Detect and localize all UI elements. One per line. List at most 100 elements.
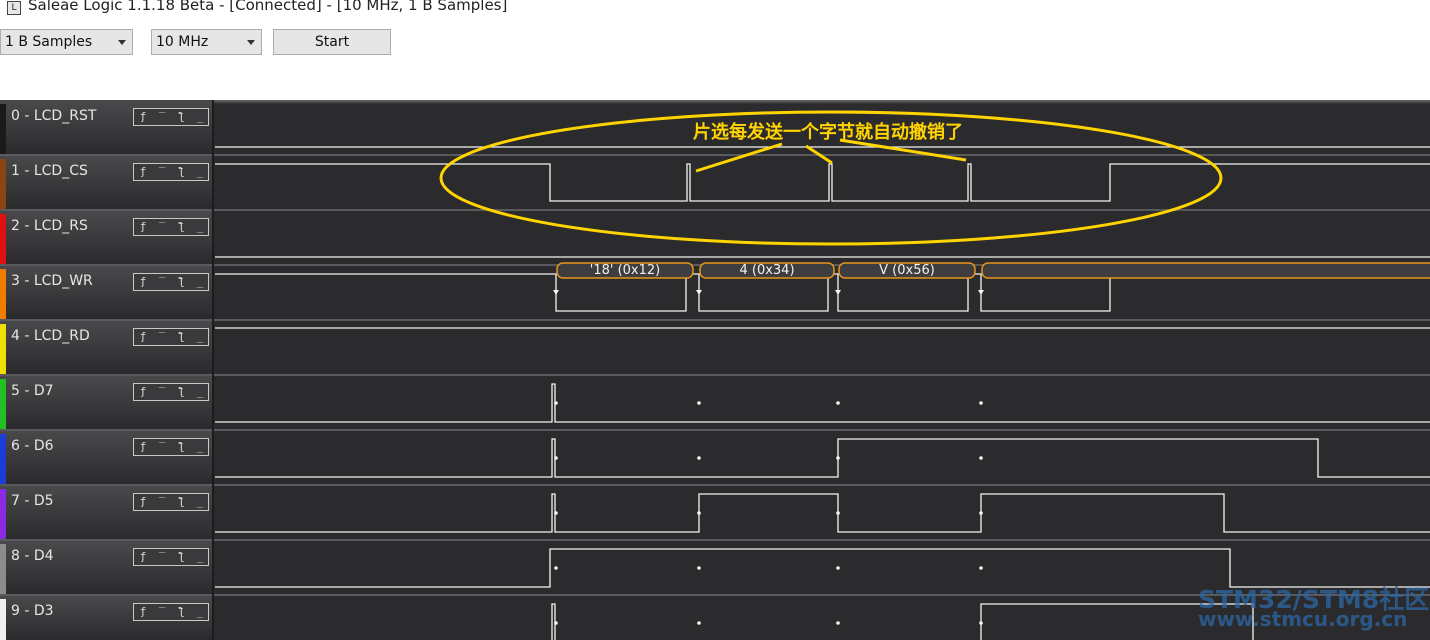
waveforms xyxy=(215,146,1430,640)
window-title: Saleae Logic 1.1.18 Beta - [Connected] -… xyxy=(28,0,508,14)
decode-label-1: '18' (0x12) xyxy=(589,263,661,278)
wave-d5 xyxy=(215,493,1430,533)
rising-edge-trigger-icon[interactable]: ƒ xyxy=(134,329,152,345)
high-level-trigger-icon[interactable]: ‾ xyxy=(153,549,171,565)
high-level-trigger-icon[interactable]: ‾ xyxy=(153,109,171,125)
rising-edge-trigger-icon[interactable]: ƒ xyxy=(134,604,152,620)
channel-color-bar-0 xyxy=(0,104,6,154)
rising-edge-trigger-icon[interactable]: ƒ xyxy=(134,494,152,510)
app-icon: L xyxy=(7,1,21,15)
sample-rate-select[interactable]: 10 MHz xyxy=(151,29,262,55)
channel-name-0: 0 - LCD_RST xyxy=(11,108,97,124)
channel-name-7: 7 - D5 xyxy=(11,493,54,509)
sample-markers xyxy=(553,290,984,625)
decode-frame-4 xyxy=(981,262,1430,279)
low-level-trigger-icon[interactable]: _ xyxy=(191,439,209,455)
sample-count-value: 1 B Samples xyxy=(5,34,93,50)
falling-edge-trigger-icon[interactable]: ƪ xyxy=(172,494,190,510)
high-level-trigger-icon[interactable]: ‾ xyxy=(153,494,171,510)
channel-name-2: 2 - LCD_RS xyxy=(11,218,88,234)
start-button[interactable]: Start xyxy=(273,29,391,55)
high-level-trigger-icon[interactable]: ‾ xyxy=(153,329,171,345)
high-level-trigger-icon[interactable]: ‾ xyxy=(153,439,171,455)
rising-edge-trigger-icon[interactable]: ƒ xyxy=(134,549,152,565)
channel-color-bar-7 xyxy=(0,489,6,539)
high-level-trigger-icon[interactable]: ‾ xyxy=(153,219,171,235)
channel-color-bar-8 xyxy=(0,544,6,594)
high-level-trigger-icon[interactable]: ‾ xyxy=(153,604,171,620)
trigger-buttons-1: ƒ ‾ ƪ _ xyxy=(133,163,209,181)
trigger-buttons-5: ƒ ‾ ƪ _ xyxy=(133,383,209,401)
channel-color-bar-5 xyxy=(0,379,6,429)
marker-wr-2 xyxy=(696,290,702,295)
trigger-buttons-6: ƒ ‾ ƪ _ xyxy=(133,438,209,456)
channel-color-bar-9 xyxy=(0,599,6,640)
marker-wr-1 xyxy=(553,290,559,295)
channel-color-bar-2 xyxy=(0,214,6,264)
trigger-buttons-4: ƒ ‾ ƪ _ xyxy=(133,328,209,346)
annotation-pointer-1 xyxy=(695,142,783,173)
waveform-area: 0 - LCD_RST 1 - LCD_CS 2 - LCD_RS 3 - LC… xyxy=(0,100,1430,640)
decode-label-2: 4 (0x34) xyxy=(739,263,795,278)
low-level-trigger-icon[interactable]: _ xyxy=(191,164,209,180)
wave-d6 xyxy=(215,438,1430,478)
low-level-trigger-icon[interactable]: _ xyxy=(191,384,209,400)
row-backgrounds xyxy=(0,100,1430,640)
low-level-trigger-icon[interactable]: _ xyxy=(191,274,209,290)
title-bar: L Saleae Logic 1.1.18 Beta - [Connected]… xyxy=(0,0,1430,18)
channel-name-5: 5 - D7 xyxy=(11,383,54,399)
rising-edge-trigger-icon[interactable]: ƒ xyxy=(134,164,152,180)
falling-edge-trigger-icon[interactable]: ƪ xyxy=(172,109,190,125)
high-level-trigger-icon[interactable]: ‾ xyxy=(153,384,171,400)
low-level-trigger-icon[interactable]: _ xyxy=(191,219,209,235)
chevron-down-icon xyxy=(247,40,255,45)
falling-edge-trigger-icon[interactable]: ƪ xyxy=(172,549,190,565)
low-level-trigger-icon[interactable]: _ xyxy=(191,604,209,620)
rising-edge-trigger-icon[interactable]: ƒ xyxy=(134,274,152,290)
trigger-buttons-0: ƒ ‾ ƪ _ xyxy=(133,108,209,126)
channel-name-4: 4 - LCD_RD xyxy=(11,328,90,344)
channel-name-6: 6 - D6 xyxy=(11,438,54,454)
rising-edge-trigger-icon[interactable]: ƒ xyxy=(134,219,152,235)
trigger-buttons-9: ƒ ‾ ƪ _ xyxy=(133,603,209,621)
waveform-canvas xyxy=(0,100,1430,640)
sample-rate-value: 10 MHz xyxy=(156,34,209,50)
rising-edge-trigger-icon[interactable]: ƒ xyxy=(134,384,152,400)
channel-color-bar-3 xyxy=(0,269,6,319)
channel-color-bar-1 xyxy=(0,159,6,209)
channel-name-8: 8 - D4 xyxy=(11,548,54,564)
rising-edge-trigger-icon[interactable]: ƒ xyxy=(134,109,152,125)
chevron-down-icon xyxy=(118,40,126,45)
low-level-trigger-icon[interactable]: _ xyxy=(191,494,209,510)
wave-lcd-wr xyxy=(215,273,1430,312)
falling-edge-trigger-icon[interactable]: ƪ xyxy=(172,384,190,400)
channel-name-3: 3 - LCD_WR xyxy=(11,273,93,289)
trigger-buttons-3: ƒ ‾ ƪ _ xyxy=(133,273,209,291)
channel-color-bars xyxy=(0,104,6,640)
trigger-buttons-2: ƒ ‾ ƪ _ xyxy=(133,218,209,236)
falling-edge-trigger-icon[interactable]: ƪ xyxy=(172,604,190,620)
sample-count-select[interactable]: 1 B Samples xyxy=(0,29,133,55)
channel-name-1: 1 - LCD_CS xyxy=(11,163,88,179)
marker-wr-3 xyxy=(835,290,841,295)
marker-wr-4 xyxy=(978,290,984,295)
wave-lcd-cs xyxy=(215,163,1430,202)
low-level-trigger-icon[interactable]: _ xyxy=(191,109,209,125)
falling-edge-trigger-icon[interactable]: ƪ xyxy=(172,274,190,290)
channel-color-bar-4 xyxy=(0,324,6,374)
trigger-buttons-7: ƒ ‾ ƪ _ xyxy=(133,493,209,511)
falling-edge-trigger-icon[interactable]: ƪ xyxy=(172,219,190,235)
header-shadow xyxy=(0,100,1430,104)
low-level-trigger-icon[interactable]: _ xyxy=(191,329,209,345)
decode-label-3: V (0x56) xyxy=(879,263,935,278)
falling-edge-trigger-icon[interactable]: ƪ xyxy=(172,329,190,345)
channel-name-9: 9 - D3 xyxy=(11,603,54,619)
watermark-line-2: www.stmcu.org.cn xyxy=(1198,607,1408,631)
high-level-trigger-icon[interactable]: ‾ xyxy=(153,164,171,180)
high-level-trigger-icon[interactable]: ‾ xyxy=(153,274,171,290)
trigger-buttons-8: ƒ ‾ ƪ _ xyxy=(133,548,209,566)
falling-edge-trigger-icon[interactable]: ƪ xyxy=(172,164,190,180)
low-level-trigger-icon[interactable]: _ xyxy=(191,549,209,565)
falling-edge-trigger-icon[interactable]: ƪ xyxy=(172,439,190,455)
rising-edge-trigger-icon[interactable]: ƒ xyxy=(134,439,152,455)
